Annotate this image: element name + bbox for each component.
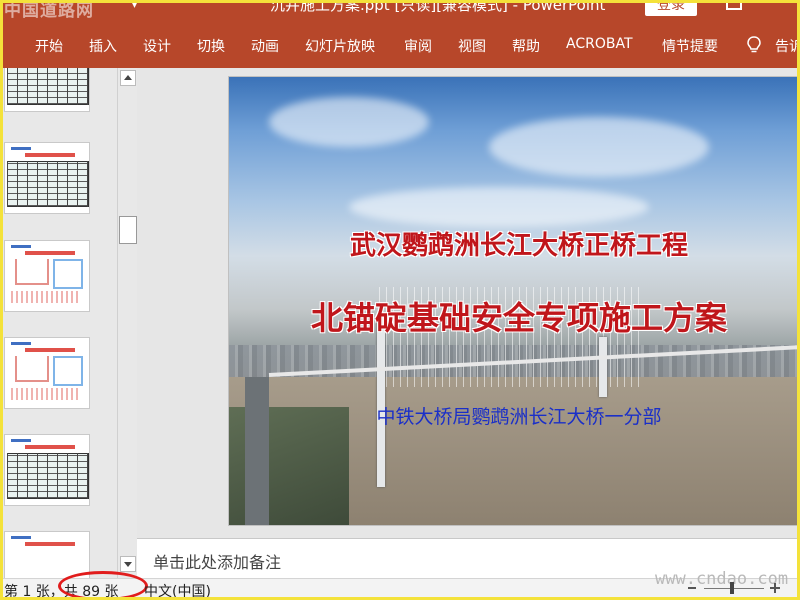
thumbnail-scrollbar[interactable] [117, 68, 137, 578]
lightbulb-icon[interactable] [747, 36, 761, 54]
sky-cloud [489, 117, 709, 177]
scroll-up-icon[interactable] [120, 70, 136, 86]
tab-review[interactable]: 审阅 [404, 36, 432, 56]
tab-storyboard[interactable]: 情节提要 [662, 36, 718, 56]
ribbon-tabs: 开始 插入 设计 切换 动画 幻灯片放映 审阅 视图 帮助 ACROBAT 情节… [0, 22, 800, 68]
tab-design[interactable]: 设计 [143, 36, 171, 56]
scroll-thumb[interactable] [119, 216, 137, 244]
slide-thumbnail[interactable] [4, 240, 90, 312]
notes-placeholder[interactable]: 单击此处添加备注 [153, 549, 281, 573]
tab-transitions[interactable]: 切换 [197, 36, 225, 56]
login-button[interactable]: 登录 [645, 0, 697, 16]
title-bar: 中国道路网 ▾ 沉井施工方案.ppt [只读][兼容模式] - PowerPoi… [0, 0, 800, 22]
site-logo: 中国道路网 [4, 1, 94, 21]
sky-cloud [269, 97, 429, 147]
slide-subtitle[interactable]: 中铁大桥局鹦鹉洲长江大桥一分部 [229, 402, 800, 429]
ribbon-display-icon[interactable] [726, 0, 742, 10]
slide-thumbnail[interactable] [4, 531, 90, 578]
slide-title-line1[interactable]: 武汉鹦鹉洲长江大桥正桥工程 [229, 225, 800, 262]
slide-thumbnail[interactable] [4, 434, 90, 506]
zoom-plus-icon[interactable] [770, 583, 780, 593]
window-title: 沉井施工方案.ppt [只读][兼容模式] - PowerPoint [270, 0, 606, 14]
zoom-minus-icon[interactable] [688, 587, 696, 589]
status-bar: 第 1 张，共 89 张 中文(中国) www.cndao.com [0, 569, 800, 600]
bridge-tower [599, 337, 607, 397]
language-indicator[interactable]: 中文(中国) [144, 581, 211, 600]
slide-title-line2[interactable]: 北锚碇基础安全专项施工方案 [229, 293, 800, 339]
tab-insert[interactable]: 插入 [89, 36, 117, 56]
zoom-slider-thumb[interactable] [730, 582, 734, 594]
tab-home[interactable]: 开始 [35, 36, 63, 56]
tab-acrobat[interactable]: ACROBAT [566, 36, 633, 52]
slide-editor: 武汉鹦鹉洲长江大桥正桥工程 北锚碇基础安全专项施工方案 中铁大桥局鹦鹉洲长江大桥… [137, 68, 800, 538]
tab-animations[interactable]: 动画 [251, 36, 279, 56]
sky-cloud [349, 187, 649, 227]
tab-help[interactable]: 帮助 [512, 36, 540, 56]
highlight-annotation [58, 571, 148, 600]
zoom-slider[interactable] [704, 588, 764, 589]
slide-thumbnail[interactable] [4, 68, 90, 112]
slide-thumbnail-pane [0, 68, 117, 578]
scroll-down-icon[interactable] [120, 556, 136, 572]
tab-slideshow[interactable]: 幻灯片放映 [305, 36, 375, 56]
site-watermark: www.cndao.com [655, 569, 789, 589]
tell-me-search[interactable]: 告诉 [775, 36, 800, 56]
slide-thumbnail[interactable] [4, 337, 90, 409]
tab-view[interactable]: 视图 [458, 36, 486, 56]
dropdown-arrow-icon[interactable]: ▾ [132, 0, 137, 11]
slide-thumbnail[interactable] [4, 142, 90, 214]
current-slide[interactable]: 武汉鹦鹉洲长江大桥正桥工程 北锚碇基础安全专项施工方案 中铁大桥局鹦鹉洲长江大桥… [228, 76, 800, 526]
building [245, 377, 269, 525]
